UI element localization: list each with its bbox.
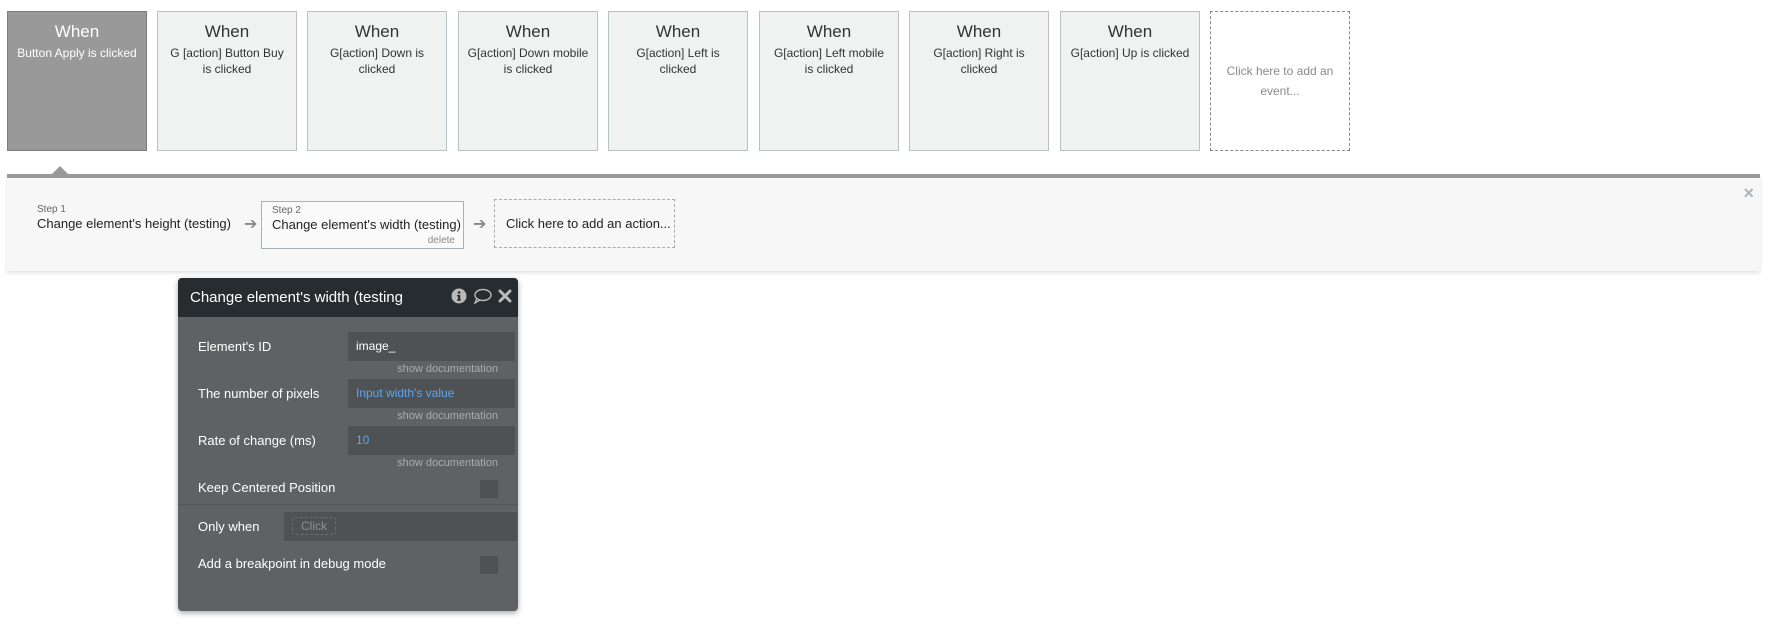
event-card-up[interactable]: When G[action] Up is clicked [1060,11,1200,151]
event-card-down-mobile[interactable]: When G[action] Down mobile is clicked [458,11,598,151]
field-label: Only when [198,519,260,534]
event-when: When [956,22,1002,41]
event-desc: G[action] Down is clicked [329,46,425,76]
selected-event-pointer [52,166,68,174]
arrow-right-icon: ➔ [473,216,487,233]
event-card-left-mobile[interactable]: When G[action] Left mobile is clicked [759,11,899,151]
field-rate-of-change: Rate of change (ms) 10 show documentatio… [198,426,515,474]
step-label: Step 2 [272,205,301,216]
only-when-input[interactable]: Click [284,512,517,541]
show-documentation-link[interactable]: show documentation [397,410,498,422]
delete-step-link[interactable]: delete [428,235,455,246]
event-card-right[interactable]: When G[action] Right is clicked [909,11,1049,151]
panel-header[interactable]: Change element's width (testing [178,278,518,317]
field-keep-centered: Keep Centered Position [198,478,498,500]
keep-centered-checkbox[interactable] [480,480,498,498]
step-label: Step 1 [37,204,66,215]
panel-title: Change element's width (testing [190,289,403,306]
event-card-left[interactable]: When G[action] Left is clicked [608,11,748,151]
field-label: Keep Centered Position [198,480,336,495]
event-desc: Button Apply is clicked [17,46,137,60]
field-label: The number of pixels [198,386,320,401]
event-when: When [655,22,701,41]
workflow-steps-bar: × Step 1 Change element's height (testin… [7,174,1760,271]
event-when: When [505,22,551,41]
close-icon[interactable]: × [1743,184,1754,202]
step-1[interactable]: Step 1 Change element's height (testing) [27,201,241,249]
close-panel-icon[interactable] [498,289,512,303]
info-icon[interactable] [451,288,467,304]
only-when-placeholder: Click [292,517,336,535]
event-desc: G[action] Down mobile is clicked [467,46,589,76]
step-title: Change element's height (testing) [37,216,231,231]
action-properties-panel: Change element's width (testing Element'… [178,278,518,611]
field-label: Add a breakpoint in debug mode [198,556,386,571]
show-documentation-link[interactable]: show documentation [397,363,498,375]
number-of-pixels-input[interactable]: Input width's value [348,379,515,408]
event-when: When [1107,22,1153,41]
show-documentation-link[interactable]: show documentation [397,457,498,469]
event-card-down[interactable]: When G[action] Down is clicked [307,11,447,151]
step-2[interactable]: Step 2 Change element's width (testing) … [261,201,464,249]
field-only-when: Only when Click [198,512,517,542]
element-id-input[interactable]: image_ [348,332,515,361]
event-when: When [54,22,100,41]
event-when: When [806,22,852,41]
event-card-button-buy[interactable]: When G [action] Button Buy is clicked [157,11,297,151]
field-label: Element's ID [198,339,272,354]
field-number-of-pixels: The number of pixels Input width's value… [198,379,515,427]
event-desc: G[action] Right is clicked [933,46,1025,76]
divider [178,504,518,505]
field-label: Rate of change (ms) [198,433,316,448]
event-card-button-apply[interactable]: When Button Apply is clicked [7,11,147,151]
add-event-label: Click here to add an event... [1226,64,1334,98]
event-desc: G[action] Left is clicked [636,46,720,76]
field-element-id: Element's ID image_ show documentation [198,332,515,380]
rate-of-change-input[interactable]: 10 [348,426,515,455]
event-desc: G[action] Up is clicked [1070,46,1190,60]
event-desc: G [action] Button Buy is clicked [170,46,284,76]
breakpoint-checkbox[interactable] [480,556,498,574]
event-when: When [204,22,250,41]
field-breakpoint: Add a breakpoint in debug mode [198,554,498,576]
event-when: When [354,22,400,41]
step-title: Change element's width (testing) [272,217,461,232]
add-action-button[interactable]: Click here to add an action... [494,199,675,248]
arrow-right-icon: ➔ [244,216,258,233]
comment-icon[interactable] [473,288,492,304]
add-event-button[interactable]: Click here to add an event... [1210,11,1350,151]
event-desc: G[action] Left mobile is clicked [773,46,885,76]
